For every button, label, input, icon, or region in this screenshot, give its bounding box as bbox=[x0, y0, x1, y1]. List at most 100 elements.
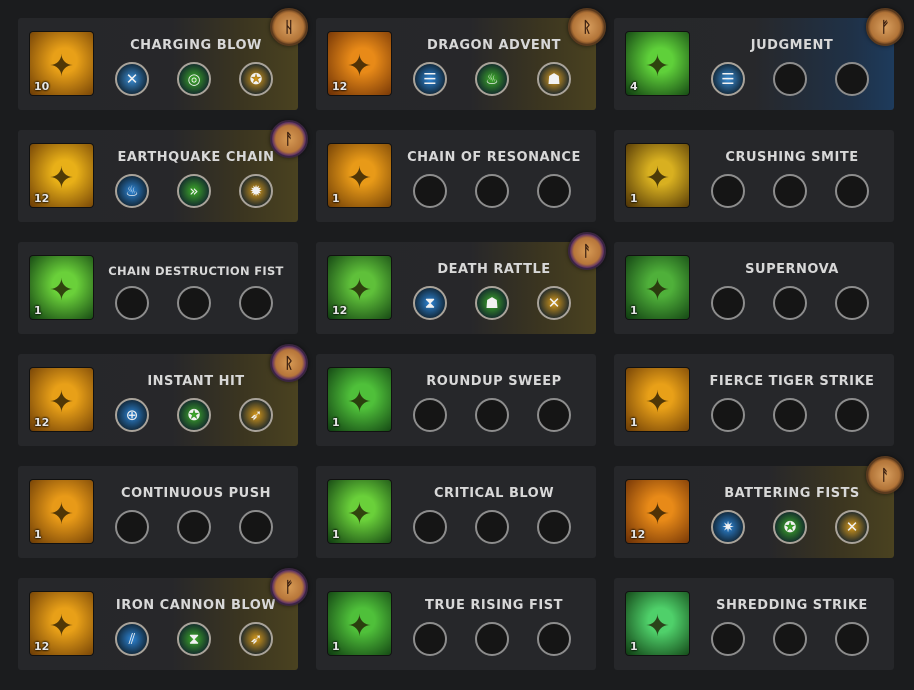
flame-icon: ♨ bbox=[485, 69, 499, 88]
empty-rune-slot[interactable] bbox=[413, 174, 447, 208]
rune-slot-cross-blades-icon[interactable]: ✕ bbox=[537, 286, 571, 320]
empty-rune-slot[interactable] bbox=[835, 62, 869, 96]
skill-card-crushing-smite[interactable]: ✦ 1 CRUSHING SMITE bbox=[614, 130, 894, 222]
skill-card-battering-fists[interactable]: ✦ 12 BATTERING FISTS ✷ ✪ ✕ ᚨ bbox=[614, 456, 904, 558]
skill-figure: ✦ bbox=[644, 384, 671, 420]
skill-card-roundup-sweep[interactable]: ✦ 1 ROUNDUP SWEEP bbox=[316, 354, 596, 446]
empty-rune-slot[interactable] bbox=[835, 286, 869, 320]
empty-rune-slot[interactable] bbox=[773, 398, 807, 432]
rune-slot-claw-marks-icon[interactable]: ⫽ bbox=[115, 622, 149, 656]
beast-lightning-icon[interactable]: ✦ 1 bbox=[626, 144, 689, 207]
empty-rune-slot[interactable] bbox=[773, 62, 807, 96]
legendary-rune-a-icon[interactable]: ᚨ bbox=[866, 456, 904, 494]
charging-beast-icon[interactable]: ✦ 10 bbox=[30, 32, 93, 95]
rune-slot-running-figure-icon[interactable]: ➶ bbox=[239, 622, 273, 656]
rune-slot-wind-lines-icon[interactable]: ☰ bbox=[711, 62, 745, 96]
rune-slot-hourglass-icon[interactable]: ⧗ bbox=[413, 286, 447, 320]
rune-slot-flame-icon[interactable]: ♨ bbox=[475, 62, 509, 96]
rune-slot-running-figure-icon[interactable]: ➶ bbox=[239, 398, 273, 432]
empty-rune-slot[interactable] bbox=[773, 286, 807, 320]
empty-rune-slot[interactable] bbox=[835, 398, 869, 432]
rune-slot-crosshair-icon[interactable]: ⊕ bbox=[115, 398, 149, 432]
skill-card-iron-cannon-blow[interactable]: ✦ 12 IRON CANNON BLOW ⫽ ⧗ ➶ ᚠ bbox=[18, 568, 308, 670]
empty-rune-slot[interactable] bbox=[711, 174, 745, 208]
empty-rune-slot[interactable] bbox=[773, 174, 807, 208]
empty-rune-slot[interactable] bbox=[115, 286, 149, 320]
legendary-rune-h-icon[interactable]: ᚺ bbox=[270, 8, 308, 46]
skill-card-chain-destruction-fist[interactable]: ✦ 1 CHAIN DESTRUCTION FIST bbox=[18, 242, 298, 334]
empty-rune-slot[interactable] bbox=[835, 174, 869, 208]
legendary-rune-f-icon[interactable]: ᚠ bbox=[866, 8, 904, 46]
rune-slot-cross-blades-icon[interactable]: ✕ bbox=[835, 510, 869, 544]
rune-slot-figure-icon[interactable]: ☗ bbox=[537, 62, 571, 96]
rune-slot-beast-mask-icon[interactable]: ✪ bbox=[177, 398, 211, 432]
chained-monk-icon[interactable]: ✦ 1 bbox=[328, 144, 391, 207]
rune-slot-beast-mask-icon[interactable]: ✪ bbox=[239, 62, 273, 96]
rune-slot-star-burst-icon[interactable]: ✷ bbox=[711, 510, 745, 544]
empty-rune-slot[interactable] bbox=[475, 174, 509, 208]
empty-rune-slot[interactable] bbox=[711, 622, 745, 656]
skill-card-true-rising-fist[interactable]: ✦ 1 TRUE RISING FIST bbox=[316, 578, 596, 670]
skill-card-instant-hit[interactable]: ✦ 12 INSTANT HIT ⊕ ✪ ➶ ᚱ bbox=[18, 344, 308, 446]
empty-rune-slot[interactable] bbox=[537, 622, 571, 656]
rune-slot-figure-icon[interactable]: ☗ bbox=[475, 286, 509, 320]
rune-slot-cross-blades-icon[interactable]: ✕ bbox=[115, 62, 149, 96]
legendary-rune-a-icon[interactable]: ᚨ bbox=[270, 120, 308, 158]
skill-card-dragon-advent[interactable]: ✦ 12 DRAGON ADVENT ☰ ♨ ☗ ᚱ bbox=[316, 8, 606, 110]
legendary-rune-r-icon[interactable]: ᚱ bbox=[568, 8, 606, 46]
claw-slash-icon[interactable]: ✦ 1 bbox=[626, 368, 689, 431]
palm-push-icon[interactable]: ✦ 1 bbox=[30, 480, 93, 543]
spirit-monk-icon[interactable]: ✦ 1 bbox=[626, 592, 689, 655]
rune-slot-swirl-icon[interactable]: ◎ bbox=[177, 62, 211, 96]
legendary-rune-r-icon[interactable]: ᚱ bbox=[270, 344, 308, 382]
rune-slot-beast-mask-icon[interactable]: ✪ bbox=[773, 510, 807, 544]
skill-card-chain-of-resonance[interactable]: ✦ 1 CHAIN OF RESONANCE bbox=[316, 130, 596, 222]
empty-rune-slot[interactable] bbox=[115, 510, 149, 544]
monk-aura-icon[interactable]: ✦ 1 bbox=[626, 256, 689, 319]
cannon-strike-icon[interactable]: ✦ 12 bbox=[30, 592, 93, 655]
fist-strike-icon[interactable]: ✦ 12 bbox=[30, 368, 93, 431]
skill-card-fierce-tiger-strike[interactable]: ✦ 1 FIERCE TIGER STRIKE bbox=[614, 354, 894, 446]
rune-slot-hourglass-icon[interactable]: ⧗ bbox=[177, 622, 211, 656]
empty-rune-slot[interactable] bbox=[475, 398, 509, 432]
skill-card-death-rattle[interactable]: ✦ 12 DEATH RATTLE ⧗ ☗ ✕ ᚨ bbox=[316, 232, 606, 334]
green-fist-icon[interactable]: ✦ 1 bbox=[328, 480, 391, 543]
empty-rune-slot[interactable] bbox=[711, 398, 745, 432]
legendary-rune-f-icon[interactable]: ᚠ bbox=[270, 568, 308, 606]
empty-rune-slot[interactable] bbox=[773, 622, 807, 656]
quake-fist-icon[interactable]: ✦ 12 bbox=[30, 144, 93, 207]
empty-rune-slot[interactable] bbox=[537, 174, 571, 208]
skill-card-critical-blow[interactable]: ✦ 1 CRITICAL BLOW bbox=[316, 466, 596, 558]
rising-slash-icon[interactable]: ✦ 1 bbox=[328, 592, 391, 655]
empty-rune-slot[interactable] bbox=[711, 286, 745, 320]
empty-rune-slot[interactable] bbox=[475, 622, 509, 656]
empty-rune-slot[interactable] bbox=[177, 510, 211, 544]
skill-card-judgment[interactable]: ✦ 4 JUDGMENT ☰ ᚠ bbox=[614, 8, 904, 110]
skill-card-charging-blow[interactable]: ✦ 10 CHARGING BLOW ✕ ◎ ✪ ᚺ bbox=[18, 8, 308, 110]
empty-rune-slot[interactable] bbox=[413, 398, 447, 432]
rune-slot-flame-icon[interactable]: ♨ bbox=[115, 174, 149, 208]
legendary-rune-a-icon[interactable]: ᚨ bbox=[568, 232, 606, 270]
rune-slot-wind-lines-icon[interactable]: ☰ bbox=[413, 62, 447, 96]
empty-rune-slot[interactable] bbox=[177, 286, 211, 320]
empty-rune-slot[interactable] bbox=[835, 622, 869, 656]
sweep-slash-icon[interactable]: ✦ 1 bbox=[328, 368, 391, 431]
empty-rune-slot[interactable] bbox=[239, 510, 273, 544]
skill-card-earthquake-chain[interactable]: ✦ 12 EARTHQUAKE CHAIN ♨ » ✹ ᚨ bbox=[18, 120, 308, 222]
fist-burst-icon[interactable]: ✦ 1 bbox=[30, 256, 93, 319]
empty-rune-slot[interactable] bbox=[239, 286, 273, 320]
empty-rune-slot[interactable] bbox=[413, 622, 447, 656]
skill-card-shredding-strike[interactable]: ✦ 1 SHREDDING STRIKE bbox=[614, 578, 894, 670]
skill-card-supernova[interactable]: ✦ 1 SUPERNOVA bbox=[614, 242, 894, 334]
empty-rune-slot[interactable] bbox=[475, 510, 509, 544]
dragon-figure-icon[interactable]: ✦ 12 bbox=[328, 32, 391, 95]
rune-slot-arrows-right-icon[interactable]: » bbox=[177, 174, 211, 208]
serpent-icon[interactable]: ✦ 12 bbox=[328, 256, 391, 319]
empty-rune-slot[interactable] bbox=[537, 398, 571, 432]
judgment-dragon-icon[interactable]: ✦ 4 bbox=[626, 32, 689, 95]
leaping-monk-icon[interactable]: ✦ 12 bbox=[626, 480, 689, 543]
empty-rune-slot[interactable] bbox=[537, 510, 571, 544]
rune-slot-burst-icon[interactable]: ✹ bbox=[239, 174, 273, 208]
empty-rune-slot[interactable] bbox=[413, 510, 447, 544]
skill-card-continuous-push[interactable]: ✦ 1 CONTINUOUS PUSH bbox=[18, 466, 298, 558]
